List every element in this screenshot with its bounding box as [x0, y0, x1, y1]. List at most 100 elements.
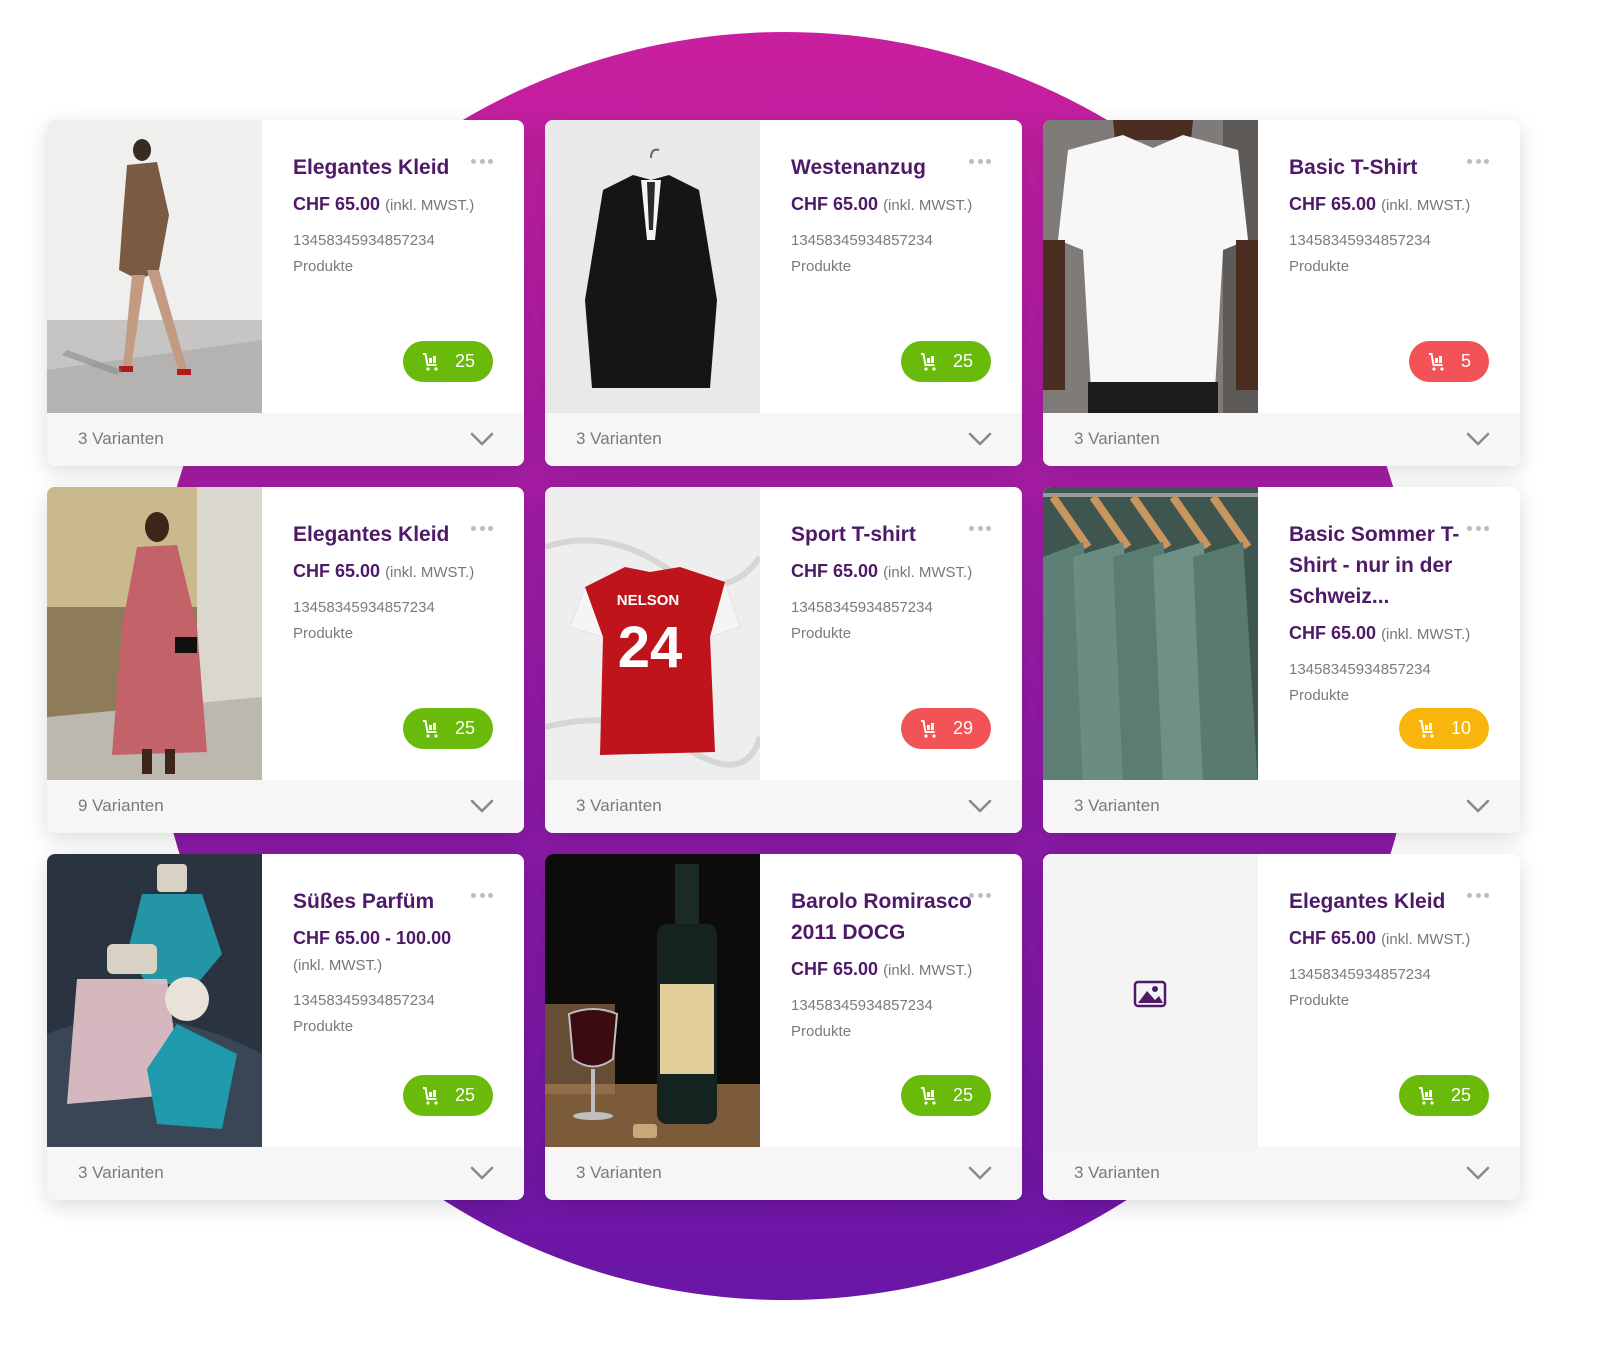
product-image	[545, 120, 760, 413]
product-info: Basic T-Shirt CHF 65.00 (inkl. MWST.) 13…	[1289, 152, 1489, 277]
product-card[interactable]: Elegantes Kleid CHF 65.00 (inkl. MWST.) …	[1043, 854, 1520, 1200]
product-card[interactable]: Elegantes Kleid CHF 65.00 (inkl. MWST.) …	[47, 487, 524, 833]
variants-toggle[interactable]: 3 Varianten	[1043, 413, 1520, 466]
variants-toggle[interactable]: 3 Varianten	[545, 1147, 1022, 1200]
product-price: CHF 65.00 (inkl. MWST.)	[1289, 194, 1471, 214]
product-title[interactable]: Elegantes Kleid	[293, 152, 493, 183]
chevron-down-icon[interactable]	[1466, 1165, 1490, 1181]
product-title[interactable]: Sport T-shirt	[791, 519, 991, 550]
cart-icon	[1418, 719, 1434, 738]
product-image	[545, 854, 760, 1147]
chevron-down-icon[interactable]	[968, 431, 992, 447]
cart-icon	[1428, 352, 1444, 371]
variants-toggle[interactable]: 3 Varianten	[47, 413, 524, 466]
stock-badge[interactable]: 25	[403, 708, 493, 749]
product-category: Produkte	[1289, 258, 1350, 275]
variants-toggle[interactable]: 3 Varianten	[545, 413, 1022, 466]
product-sku: 13458345934857234	[1289, 966, 1431, 983]
product-price: CHF 65.00 (inkl. MWST.)	[293, 561, 475, 581]
stock-count: 25	[454, 351, 476, 371]
variants-label: 3 Varianten	[576, 1163, 662, 1182]
product-title[interactable]: Basic Sommer T-Shirt - nur in der Schwei…	[1289, 519, 1489, 612]
product-category: Produkte	[1289, 687, 1350, 704]
stock-badge[interactable]: 10	[1399, 708, 1489, 749]
variants-toggle[interactable]: 3 Varianten	[1043, 780, 1520, 833]
more-options-icon[interactable]	[1467, 523, 1489, 533]
stock-count: 25	[454, 1085, 476, 1105]
more-options-icon[interactable]	[471, 523, 493, 533]
product-info: Sport T-shirt CHF 65.00 (inkl. MWST.) 13…	[791, 519, 991, 644]
product-info: Elegantes Kleid CHF 65.00 (inkl. MWST.) …	[293, 519, 493, 644]
more-options-icon[interactable]	[1467, 890, 1489, 900]
stock-badge[interactable]: 29	[901, 708, 991, 749]
variants-toggle[interactable]: 3 Varianten	[545, 780, 1022, 833]
variants-toggle[interactable]: 3 Varianten	[1043, 1147, 1520, 1200]
product-title[interactable]: Westenanzug	[791, 152, 991, 183]
product-card[interactable]: Basic T-Shirt CHF 65.00 (inkl. MWST.) 13…	[1043, 120, 1520, 466]
cart-icon	[422, 719, 438, 738]
product-category: Produkte	[791, 625, 852, 642]
product-category: Produkte	[293, 258, 354, 275]
variants-label: 3 Varianten	[1074, 796, 1160, 815]
product-price: CHF 65.00 (inkl. MWST.)	[1289, 928, 1471, 948]
product-sku: 13458345934857234	[1289, 661, 1431, 678]
image-placeholder-icon	[1043, 854, 1258, 1147]
stock-badge[interactable]: 25	[901, 341, 991, 382]
product-category: Produkte	[293, 625, 354, 642]
variants-label: 3 Varianten	[576, 796, 662, 815]
product-price: CHF 65.00 (inkl. MWST.)	[791, 194, 973, 214]
chevron-down-icon[interactable]	[968, 1165, 992, 1181]
product-price: CHF 65.00 (inkl. MWST.)	[791, 959, 973, 979]
product-card[interactable]: Süßes Parfüm CHF 65.00 - 100.00 (inkl. MW…	[47, 854, 524, 1200]
stock-count: 25	[1450, 1085, 1472, 1105]
chevron-down-icon[interactable]	[470, 431, 494, 447]
product-sku: 13458345934857234	[293, 232, 435, 249]
product-card[interactable]: Basic Sommer T-Shirt - nur in der Schwei…	[1043, 487, 1520, 833]
variants-toggle[interactable]: 3 Varianten	[47, 1147, 524, 1200]
variants-toggle[interactable]: 9 Varianten	[47, 780, 524, 833]
product-sku: 13458345934857234	[791, 232, 933, 249]
stock-badge[interactable]: 5	[1409, 341, 1489, 382]
product-image	[47, 854, 262, 1147]
product-image: NELSON 24	[545, 487, 760, 780]
product-image	[1043, 854, 1258, 1147]
product-sku: 13458345934857234	[1289, 232, 1431, 249]
stock-badge[interactable]: 25	[403, 1075, 493, 1116]
product-info: Elegantes Kleid CHF 65.00 (inkl. MWST.) …	[293, 152, 493, 277]
stock-badge[interactable]: 25	[403, 341, 493, 382]
more-options-icon[interactable]	[1467, 156, 1489, 166]
stock-badge[interactable]: 25	[1399, 1075, 1489, 1116]
product-title[interactable]: Elegantes Kleid	[293, 519, 493, 550]
product-image	[1043, 120, 1258, 413]
more-options-icon[interactable]	[969, 156, 991, 166]
product-card[interactable]: Barolo Romirasco 2011 DOCG CHF 65.00 (in…	[545, 854, 1022, 1200]
chevron-down-icon[interactable]	[470, 1165, 494, 1181]
more-options-icon[interactable]	[471, 156, 493, 166]
product-category: Produkte	[293, 1018, 354, 1035]
product-title[interactable]: Barolo Romirasco 2011 DOCG	[791, 886, 991, 948]
more-options-icon[interactable]	[969, 523, 991, 533]
stock-count: 25	[454, 718, 476, 738]
more-options-icon[interactable]	[471, 890, 493, 900]
cart-icon	[422, 1086, 438, 1105]
product-category: Produkte	[791, 1023, 852, 1040]
product-price: CHF 65.00 (inkl. MWST.)	[1289, 623, 1471, 643]
product-title[interactable]: Elegantes Kleid	[1289, 886, 1489, 917]
chevron-down-icon[interactable]	[968, 798, 992, 814]
variants-label: 3 Varianten	[1074, 1163, 1160, 1182]
product-sku: 13458345934857234	[293, 992, 435, 1009]
product-card[interactable]: Elegantes Kleid CHF 65.00 (inkl. MWST.) …	[47, 120, 524, 466]
product-category: Produkte	[1289, 992, 1350, 1009]
stock-badge[interactable]: 25	[901, 1075, 991, 1116]
chevron-down-icon[interactable]	[1466, 798, 1490, 814]
product-card[interactable]: Westenanzug CHF 65.00 (inkl. MWST.) 1345…	[545, 120, 1022, 466]
product-sku: 13458345934857234	[791, 599, 933, 616]
product-title[interactable]: Basic T-Shirt	[1289, 152, 1489, 183]
more-options-icon[interactable]	[969, 890, 991, 900]
product-title[interactable]: Süßes Parfüm	[293, 886, 493, 917]
variants-label: 3 Varianten	[78, 1163, 164, 1182]
chevron-down-icon[interactable]	[470, 798, 494, 814]
chevron-down-icon[interactable]	[1466, 431, 1490, 447]
variants-label: 3 Varianten	[78, 429, 164, 448]
product-card[interactable]: NELSON 24 Sport T-shirt CHF 65.00 (inkl.…	[545, 487, 1022, 833]
